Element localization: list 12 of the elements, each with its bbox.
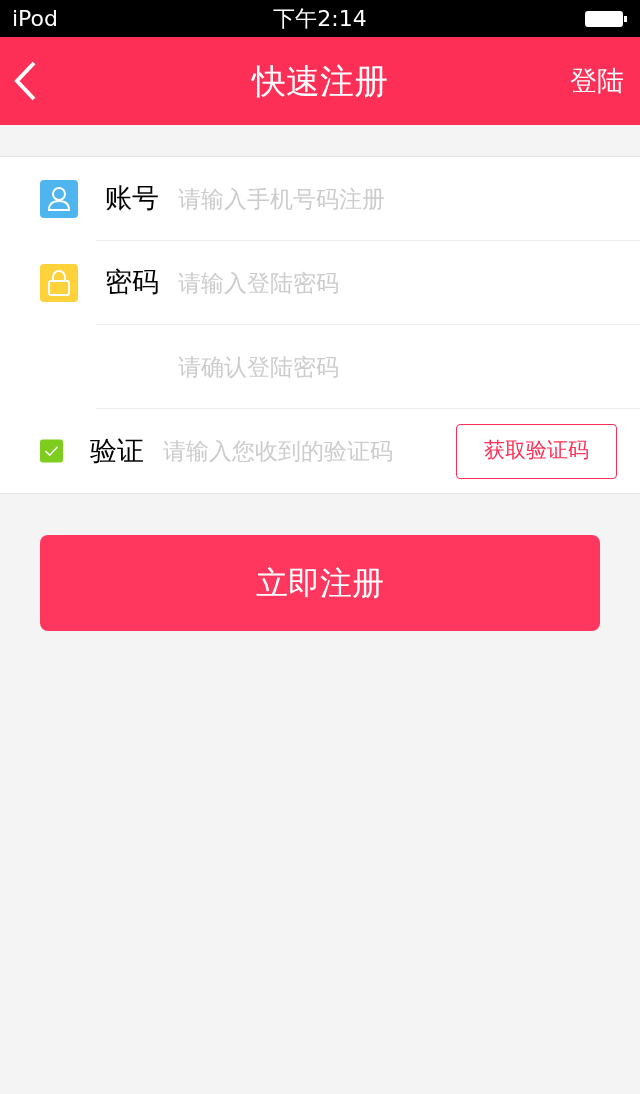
field-label: 验证 bbox=[90, 434, 144, 466]
page-title: 快速注册 bbox=[252, 59, 388, 103]
get-code-button[interactable]: 获取验证码 bbox=[456, 423, 617, 479]
lock-icon bbox=[40, 264, 78, 302]
field-label: 密码 bbox=[105, 266, 159, 298]
person-icon bbox=[40, 180, 78, 218]
field-label: 账号 bbox=[105, 182, 159, 214]
login-link[interactable]: 登陆 bbox=[570, 60, 628, 102]
battery-icon bbox=[584, 9, 628, 28]
status-time: 下午2:14 bbox=[273, 5, 367, 33]
carrier-label: iPod bbox=[12, 5, 59, 33]
register-button[interactable]: 立即注册 bbox=[40, 535, 600, 631]
